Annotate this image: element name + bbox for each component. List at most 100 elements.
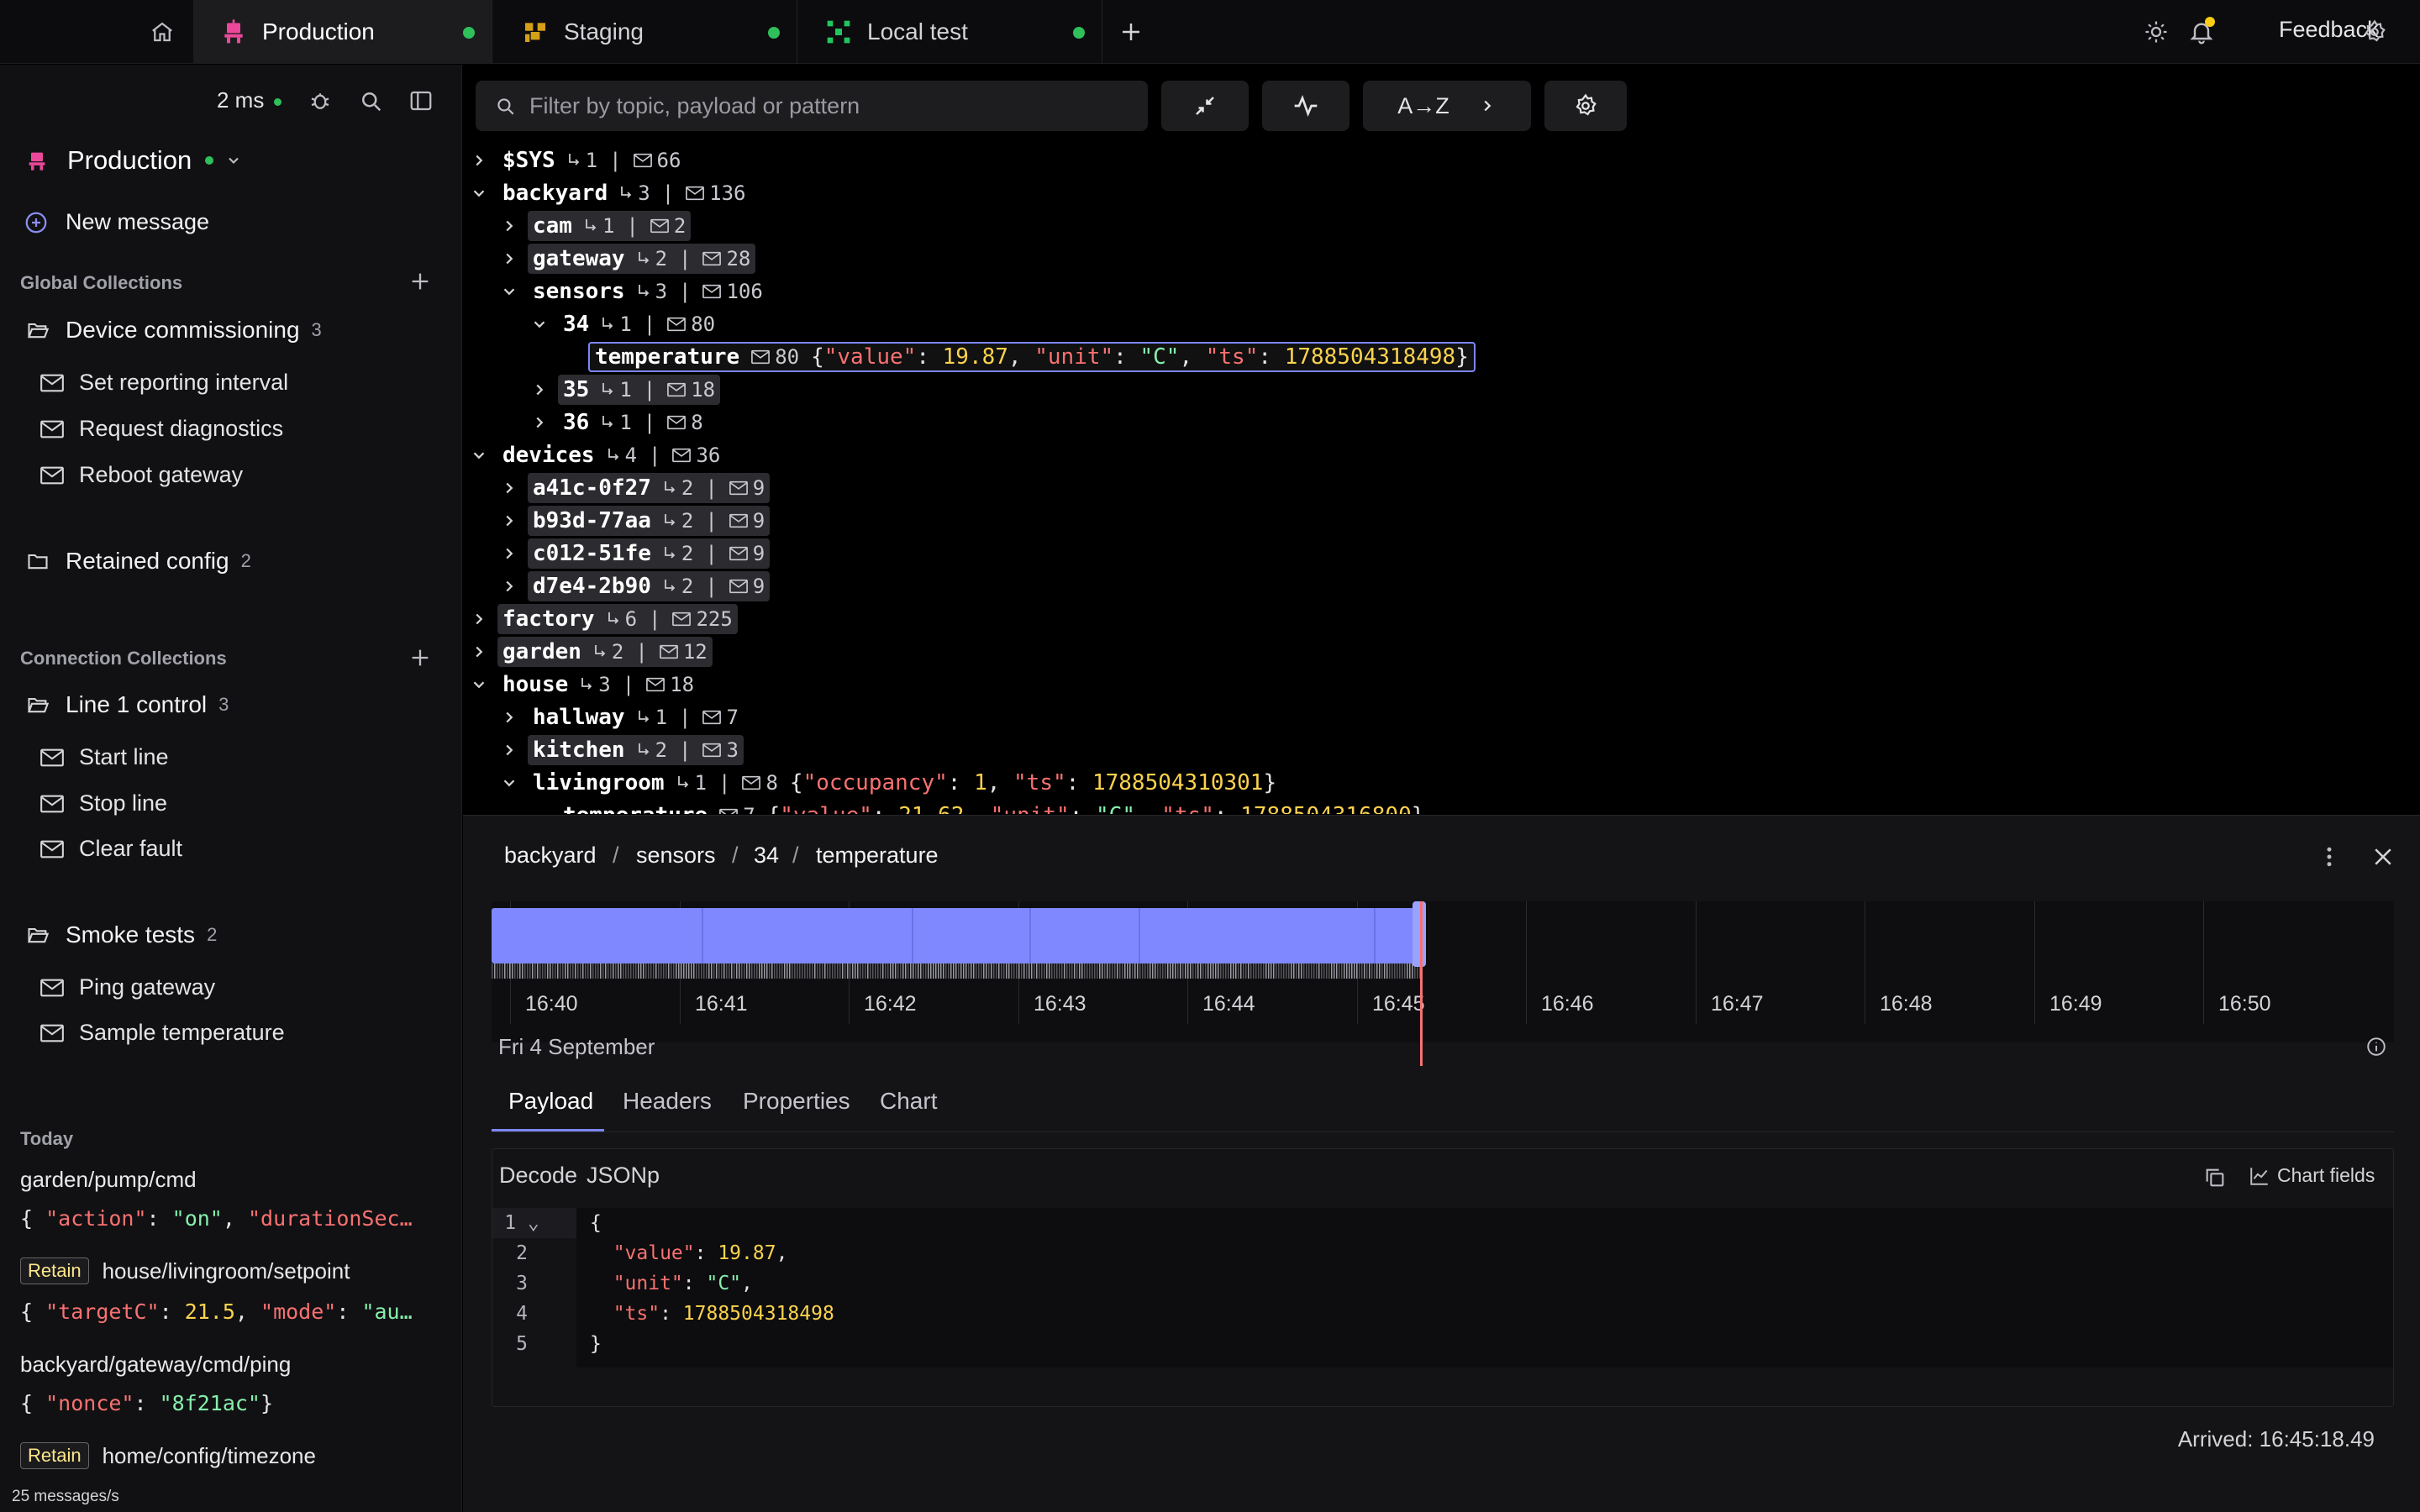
tab-payload[interactable]: Payload bbox=[508, 1088, 593, 1115]
topic-pill[interactable]: hallway 1 | 7 bbox=[528, 702, 744, 732]
code-area[interactable]: 1 ⌄{2 "value": 19.87, 3 "unit": "C", 4 "ts… bbox=[492, 1208, 2393, 1376]
tab-local-test[interactable]: Local test bbox=[798, 0, 1102, 64]
topic-pill[interactable]: 34 1 | 80 bbox=[558, 309, 720, 339]
tab-headers[interactable]: Headers bbox=[623, 1088, 712, 1115]
topic-pill[interactable]: livingroom 1 | 8 {"occupancy": 1, "ts": 1788… bbox=[528, 768, 1281, 798]
tree-node[interactable]: 34 1 | 80 bbox=[528, 308, 720, 340]
tree-node[interactable]: $SYS 1 | 66 bbox=[467, 144, 686, 176]
recent-topic[interactable]: backyard/gateway/cmd/ping bbox=[20, 1352, 291, 1378]
selected-topic[interactable]: temperature 80 {"value": 19.87, "unit": "C… bbox=[588, 342, 1476, 372]
sort-button[interactable]: A→Z bbox=[1363, 81, 1531, 131]
copy-icon[interactable] bbox=[2203, 1166, 2227, 1189]
tree-node[interactable]: house 3 | 18 bbox=[467, 669, 699, 701]
tree-node[interactable]: factory 6 | 225 bbox=[467, 603, 738, 635]
topic-pill[interactable]: cam 1 | 2 bbox=[528, 211, 692, 241]
saved-message[interactable]: Stop line bbox=[40, 790, 167, 816]
tree-node[interactable]: backyard 3 | 136 bbox=[467, 177, 751, 209]
recent-topic[interactable]: Retain home/config/timezone bbox=[20, 1442, 316, 1469]
saved-message[interactable]: Sample temperature bbox=[40, 1020, 285, 1046]
saved-message[interactable]: Set reporting interval bbox=[40, 370, 288, 396]
chevron-down-icon[interactable] bbox=[497, 771, 521, 795]
topic-filter[interactable] bbox=[476, 81, 1148, 131]
chevron-right-icon[interactable] bbox=[497, 738, 521, 762]
collapse-all-button[interactable] bbox=[1161, 81, 1249, 131]
topic-pill[interactable]: 36 1 | 8 bbox=[558, 407, 708, 438]
collection-retained-config[interactable]: Retained config 2 bbox=[25, 548, 251, 575]
search-icon[interactable] bbox=[358, 88, 383, 113]
payload-viewer[interactable]: Decode JSONp Chart fields 1 ⌄ {2 "value":… bbox=[492, 1148, 2394, 1407]
breadcrumb-item[interactable]: temperature bbox=[816, 843, 939, 869]
breadcrumb-item[interactable]: 34 bbox=[754, 843, 779, 869]
saved-message[interactable]: Reboot gateway bbox=[40, 462, 243, 488]
new-message-button[interactable]: New message bbox=[24, 209, 209, 235]
breadcrumb-item[interactable]: backyard bbox=[504, 843, 597, 869]
message-timeline[interactable]: 16:40 16:41 16:42 16:43 16:44 16:45 16:46 16:47… bbox=[492, 901, 2394, 1066]
home-icon[interactable] bbox=[147, 17, 177, 47]
recent-topic[interactable]: Retain house/livingroom/setpoint bbox=[20, 1257, 350, 1284]
chevron-down-icon[interactable] bbox=[467, 181, 491, 205]
tree-node[interactable]: d7e4-2b90 2 | 9 bbox=[497, 570, 771, 602]
tab-chart[interactable]: Chart bbox=[880, 1088, 937, 1115]
chevron-right-icon[interactable] bbox=[497, 575, 521, 598]
chevron-right-icon[interactable] bbox=[497, 247, 521, 270]
topic-pill[interactable]: factory 6 | 225 bbox=[497, 604, 738, 634]
tree-node[interactable]: 36 1 | 8 bbox=[528, 407, 708, 438]
chevron-right-icon[interactable] bbox=[528, 378, 551, 402]
collection-line-1-control[interactable]: Line 1 control 3 bbox=[25, 691, 229, 718]
chevron-right-icon[interactable] bbox=[467, 640, 491, 664]
notifications-bell-icon[interactable] bbox=[2185, 15, 2218, 49]
tree-node[interactable]: c012-51fe 2 | 9 bbox=[497, 538, 771, 570]
collection-smoke-tests[interactable]: Smoke tests 2 bbox=[25, 921, 217, 948]
topic-pill[interactable]: b93d-77aa 2 | 9 bbox=[528, 506, 771, 536]
tree-node[interactable]: b93d-77aa 2 | 9 bbox=[497, 505, 771, 537]
time-cursor-handle[interactable] bbox=[1413, 901, 1426, 967]
info-icon[interactable] bbox=[2365, 1036, 2387, 1058]
add-global-collection-button[interactable] bbox=[408, 270, 432, 293]
saved-message[interactable]: Clear fault bbox=[40, 836, 182, 862]
topic-pill[interactable]: devices 4 | 36 bbox=[497, 440, 725, 470]
collection-device-commissioning[interactable]: Device commissioning 3 bbox=[25, 317, 322, 344]
tab-production[interactable]: Production bbox=[193, 0, 492, 64]
topic-pill[interactable]: temperature 7 {"value": 21.62, "unit": "C"… bbox=[558, 801, 1429, 814]
topic-pill[interactable]: d7e4-2b90 2 | 9 bbox=[528, 571, 771, 601]
recent-topic[interactable]: garden/pump/cmd bbox=[20, 1167, 197, 1193]
topic-pill[interactable]: garden 2 | 12 bbox=[497, 637, 713, 667]
topic-pill[interactable]: kitchen 2 | 3 bbox=[528, 735, 744, 765]
tree-node[interactable]: a41c-0f27 2 | 9 bbox=[497, 472, 771, 504]
chevron-right-icon[interactable] bbox=[467, 607, 491, 631]
chevron-down-icon[interactable] bbox=[467, 444, 491, 467]
saved-message[interactable]: Request diagnostics bbox=[40, 416, 283, 442]
tree-node[interactable]: 35 1 | 18 bbox=[528, 374, 721, 406]
tree-node[interactable]: livingroom 1 | 8 {"occupancy": 1, "ts": 1788… bbox=[497, 767, 1281, 799]
saved-message[interactable]: Ping gateway bbox=[40, 974, 215, 1000]
theme-toggle-icon[interactable] bbox=[2141, 17, 2171, 47]
chevron-right-icon[interactable] bbox=[497, 214, 521, 238]
tree-node[interactable]: garden 2 | 12 bbox=[467, 636, 713, 668]
chart-fields-button[interactable]: Chart fields bbox=[2249, 1164, 2375, 1187]
tree-node[interactable]: cam 1 | 2 bbox=[497, 210, 692, 242]
tree-node[interactable]: temperature 80 {"value": 19.87, "unit": "C… bbox=[558, 341, 1476, 373]
recent-payload[interactable]: { "nonce": "8f21ac"} bbox=[20, 1391, 440, 1415]
chevron-down-icon[interactable] bbox=[467, 673, 491, 696]
chevron-right-icon[interactable] bbox=[497, 476, 521, 500]
close-icon[interactable] bbox=[2370, 844, 2396, 869]
tree-node[interactable]: devices 4 | 36 bbox=[467, 439, 725, 471]
add-connection-collection-button[interactable] bbox=[408, 646, 432, 669]
tab-staging[interactable]: Staging bbox=[493, 0, 797, 64]
topic-pill[interactable]: 35 1 | 18 bbox=[558, 375, 721, 405]
tree-node[interactable]: sensors 3 | 106 bbox=[497, 276, 768, 307]
chevron-down-icon[interactable] bbox=[528, 312, 551, 336]
chevron-right-icon[interactable] bbox=[467, 149, 491, 172]
chevron-right-icon[interactable] bbox=[497, 706, 521, 729]
topic-pill[interactable]: backyard 3 | 136 bbox=[497, 178, 751, 208]
tree-node[interactable]: hallway 1 | 7 bbox=[497, 701, 744, 733]
tree-settings-button[interactable] bbox=[1544, 81, 1627, 131]
tree-node[interactable]: gateway 2 | 28 bbox=[497, 243, 756, 275]
recent-payload[interactable]: { "action": "on", "durationSec… bbox=[20, 1206, 440, 1231]
topic-pill[interactable]: sensors 3 | 106 bbox=[528, 276, 768, 307]
add-tab-button[interactable] bbox=[1116, 17, 1146, 47]
more-vertical-icon[interactable] bbox=[2317, 844, 2342, 869]
recent-payload[interactable]: { "targetC": 21.5, "mode": "au… bbox=[20, 1299, 440, 1324]
tree-node[interactable]: kitchen 2 | 3 bbox=[497, 734, 744, 766]
chevron-down-icon[interactable] bbox=[497, 280, 521, 303]
